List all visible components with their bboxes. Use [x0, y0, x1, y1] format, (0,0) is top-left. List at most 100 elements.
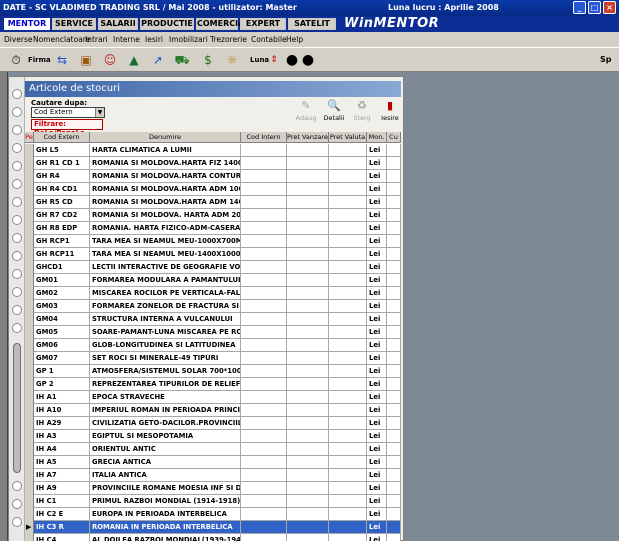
cell-pret-vanzare[interactable] [287, 209, 329, 222]
row-indicator[interactable] [25, 495, 34, 508]
cell-cod-intern[interactable] [241, 508, 287, 521]
cell-cod-intern[interactable] [241, 469, 287, 482]
cell-pret-valuta[interactable] [329, 469, 367, 482]
cell-cod-intern[interactable] [241, 534, 287, 541]
cell-moneda[interactable]: Lei [367, 170, 387, 183]
table-row[interactable]: GH RCP1 TARA MEA SI NEAMUL MEU-1000X700MM… [25, 235, 401, 248]
cell-pret-vanzare[interactable] [287, 456, 329, 469]
cell-moneda[interactable]: Lei [367, 300, 387, 313]
cell-cod-extern[interactable]: GM04 [34, 313, 90, 326]
cell-denumire[interactable]: ITALIA ANTICA [90, 469, 241, 482]
cell-pret-valuta[interactable] [329, 248, 367, 261]
cell-cod-extern[interactable]: IH C3 R [34, 521, 90, 534]
bulb-icon[interactable]: ☼ [224, 52, 240, 68]
chart-icon[interactable]: ▲ [126, 52, 142, 68]
table-row[interactable]: GM06 GLOB-LONGITUDINEA SI LATITUDINEA Lei [25, 339, 401, 352]
cell-pret-valuta[interactable] [329, 144, 367, 157]
col-header-denumire[interactable]: Denumire [90, 132, 241, 143]
cell-cod-intern[interactable] [241, 183, 287, 196]
row-indicator[interactable] [25, 378, 34, 391]
cell-pret-valuta[interactable] [329, 443, 367, 456]
table-row[interactable]: IH A29 CIVILIZATIA GETO-DACILOR.PROVINCII… [25, 417, 401, 430]
table-row[interactable]: GH R1 CD 1 ROMANIA SI MOLDOVA.HARTA FIZ 1… [25, 157, 401, 170]
row-indicator[interactable] [25, 248, 34, 261]
cell-pret-vanzare[interactable] [287, 300, 329, 313]
cell-denumire[interactable]: EPOCA STRAVECHE [90, 391, 241, 404]
table-row[interactable]: IH A9PROVINCIILE ROMANE MOESIA INF SI DA… [25, 482, 401, 495]
row-indicator[interactable] [25, 261, 34, 274]
cell-pret-vanzare[interactable] [287, 144, 329, 157]
cell-cod-extern[interactable]: GH RCP1 [34, 235, 90, 248]
cell-pret-valuta[interactable] [329, 326, 367, 339]
table-row[interactable]: IH A10IMPERIUL ROMAN IN PERIOADA PRINCIP… [25, 404, 401, 417]
row-indicator[interactable] [25, 482, 34, 495]
row-indicator[interactable] [25, 313, 34, 326]
cell-moneda[interactable]: Lei [367, 469, 387, 482]
cell-cod-intern[interactable] [241, 495, 287, 508]
cell-denumire[interactable]: EUROPA IN PERIOADA INTERBELICA [90, 508, 241, 521]
cell-cu[interactable] [387, 274, 401, 287]
table-row[interactable]: GM07 SET ROCI SI MINERALE-49 TIPURI Lei [25, 352, 401, 365]
table-row[interactable]: GM01 FORMAREA MODULARA A PAMANTULUI Lei [25, 274, 401, 287]
cell-cod-intern[interactable] [241, 430, 287, 443]
cell-cod-intern[interactable] [241, 521, 287, 534]
module-comercial[interactable]: COMERCIAL [196, 18, 249, 30]
cell-cod-intern[interactable] [241, 378, 287, 391]
cell-cu[interactable] [387, 508, 401, 521]
cell-cod-extern[interactable]: GP 2 [34, 378, 90, 391]
row-indicator[interactable] [25, 287, 34, 300]
cell-pret-vanzare[interactable] [287, 248, 329, 261]
search-by-select[interactable]: Cod Extern ▼ [31, 107, 105, 118]
cell-cod-extern[interactable]: GM01 [34, 274, 90, 287]
row-indicator[interactable] [25, 430, 34, 443]
module-service[interactable]: SERVICE [52, 18, 96, 30]
cell-cod-extern[interactable]: GH R4 CD1 [34, 183, 90, 196]
chevron-down-icon[interactable]: ▼ [95, 108, 104, 117]
cell-pret-vanzare[interactable] [287, 378, 329, 391]
cell-pret-vanzare[interactable] [287, 222, 329, 235]
module-satelit[interactable]: SATELIT [288, 18, 336, 30]
cell-cod-intern[interactable] [241, 443, 287, 456]
cell-moneda[interactable]: Lei [367, 443, 387, 456]
cell-cu[interactable] [387, 326, 401, 339]
cell-moneda[interactable]: Lei [367, 261, 387, 274]
menu-diverse[interactable]: Diverse [4, 35, 33, 45]
col-header-cu[interactable]: Cu [387, 132, 401, 143]
table-row[interactable]: GH R4 CD1 ROMANIA SI MOLDOVA.HARTA ADM 10… [25, 183, 401, 196]
cell-pret-valuta[interactable] [329, 235, 367, 248]
cell-cod-extern[interactable]: IH A3 [34, 430, 90, 443]
cell-cu[interactable] [387, 443, 401, 456]
cell-cod-extern[interactable]: GH R5 CD [34, 196, 90, 209]
cell-cu[interactable] [387, 144, 401, 157]
cell-moneda[interactable]: Lei [367, 417, 387, 430]
table-row[interactable]: GM03FORMAREA ZONELOR DE FRACTURA SI VAIL… [25, 300, 401, 313]
cell-pret-vanzare[interactable] [287, 261, 329, 274]
module-productie[interactable]: PRODUCTIE [140, 18, 194, 30]
cell-cu[interactable] [387, 170, 401, 183]
cell-moneda[interactable]: Lei [367, 508, 387, 521]
cell-cod-intern[interactable] [241, 261, 287, 274]
cell-cod-intern[interactable] [241, 248, 287, 261]
cell-pret-vanzare[interactable] [287, 274, 329, 287]
cell-cu[interactable] [387, 196, 401, 209]
menu-imobilizari[interactable]: Imobilizari [169, 35, 208, 45]
truck-icon[interactable]: ⛟ [174, 52, 190, 68]
cell-cod-intern[interactable] [241, 365, 287, 378]
cell-pret-valuta[interactable] [329, 521, 367, 534]
cell-cu[interactable] [387, 378, 401, 391]
cell-cod-extern[interactable]: IH C2 E [34, 508, 90, 521]
table-row[interactable]: IH A3 EGIPTUL SI MESOPOTAMIA Lei [25, 430, 401, 443]
cell-pret-valuta[interactable] [329, 170, 367, 183]
cell-cu[interactable] [387, 248, 401, 261]
maximize-icon[interactable]: □ [588, 1, 601, 14]
table-row[interactable]: IH C4 AL DOILEA RAZBOI MONDIAL(1939-1942)… [25, 534, 401, 541]
cell-cod-extern[interactable]: GP 1 [34, 365, 90, 378]
row-indicator[interactable] [25, 508, 34, 521]
cell-cod-intern[interactable] [241, 326, 287, 339]
cell-denumire[interactable]: ROMANIA SI MOLDOVA.HARTA FIZ 1400X1000 [90, 157, 241, 170]
cell-pret-vanzare[interactable] [287, 326, 329, 339]
cell-cod-extern[interactable]: GH R4 [34, 170, 90, 183]
cell-denumire[interactable]: FORMAREA MODULARA A PAMANTULUI [90, 274, 241, 287]
cell-denumire[interactable]: TARA MEA SI NEAMUL MEU-1000X700MM [90, 235, 241, 248]
cell-cu[interactable] [387, 534, 401, 541]
